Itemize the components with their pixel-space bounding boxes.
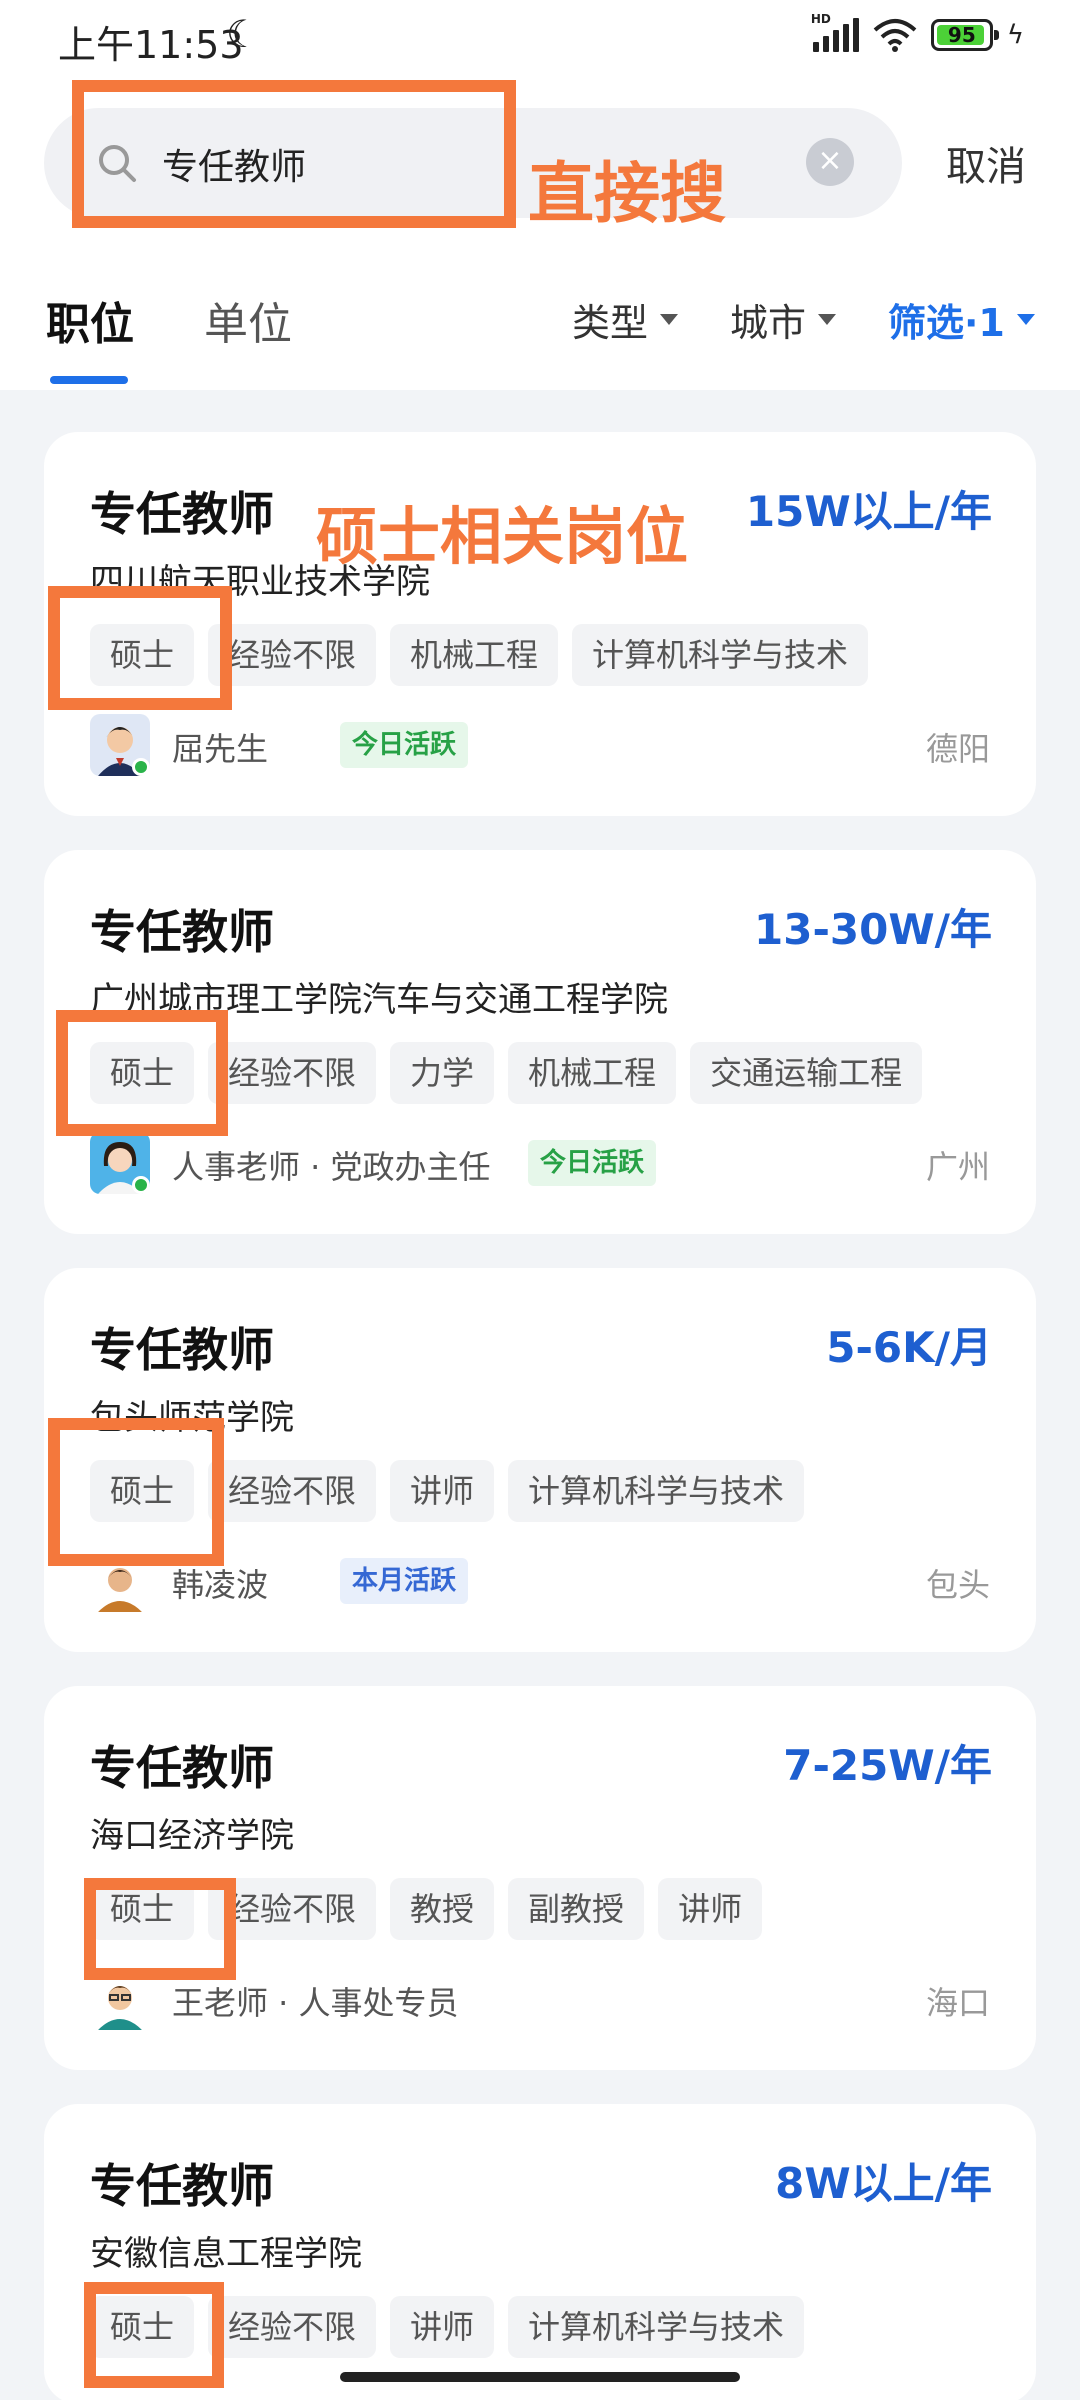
tag: 教授 (390, 1878, 495, 1940)
job-salary: 15W以上/年 (745, 487, 992, 536)
recruiter-name: 韩凌波 (172, 1566, 269, 1604)
job-company: 海口经济学院 (90, 1816, 294, 1856)
job-city: 广州 (925, 1148, 990, 1186)
job-salary: 5-6K/月 (826, 1323, 992, 1372)
tag: 讲师 (658, 1878, 763, 1940)
charging-icon: ϟ (1006, 20, 1024, 50)
job-company: 安徽信息工程学院 (90, 2234, 362, 2274)
annotation-degree-box (84, 1878, 236, 1980)
job-title: 专任教师 (90, 905, 274, 959)
job-salary: 13-30W/年 (754, 905, 992, 954)
recruiter-name: 屈先生 (172, 730, 269, 768)
tab-units[interactable]: 单位 (204, 288, 292, 352)
caret-down-icon (1016, 314, 1035, 325)
tag-experience: 经验不限 (208, 2296, 377, 2358)
status-time: 上午11:53 (58, 23, 244, 67)
tag: 副教授 (508, 1878, 645, 1940)
clear-icon[interactable]: × (806, 138, 854, 186)
filter-type[interactable]: 类型 (572, 292, 679, 347)
recruiter-name: 人事老师 · 党政办主任 (172, 1148, 491, 1186)
battery-level: 95 (947, 23, 976, 47)
wifi-icon (873, 19, 917, 52)
hd-label: HD (810, 12, 831, 26)
job-city: 德阳 (925, 730, 990, 768)
battery-icon: 95 (930, 19, 999, 51)
tag: 机械工程 (508, 1042, 677, 1104)
tag: 计算机科学与技术 (508, 2296, 805, 2358)
activity-badge: 今日活跃 (528, 1140, 657, 1186)
annotation-degree-box (48, 1418, 224, 1566)
tab-indicator (50, 376, 128, 384)
status-icons: HD 95 ϟ (811, 12, 1024, 52)
caret-down-icon (818, 314, 837, 325)
tag: 机械工程 (390, 624, 559, 686)
activity-badge: 今日活跃 (340, 722, 469, 768)
online-dot (132, 758, 150, 776)
cancel-button[interactable]: 取消 (946, 134, 1026, 192)
tag-experience: 经验不限 (208, 624, 377, 686)
filter-screen[interactable]: 筛选·1 (888, 292, 1035, 347)
annotation-degree-box (56, 1010, 228, 1136)
annotation-search-note: 直接搜 (528, 155, 726, 232)
signal-icon: HD (811, 12, 859, 52)
moon-icon: ☾ (226, 12, 261, 56)
job-title: 专任教师 (90, 1741, 274, 1795)
job-title: 专任教师 (90, 487, 274, 541)
tab-jobs[interactable]: 职位 (46, 288, 134, 352)
filter-type-label: 类型 (572, 301, 649, 345)
job-city: 海口 (925, 1984, 990, 2022)
job-city: 包头 (925, 1566, 990, 1604)
tag: 力学 (390, 1042, 495, 1104)
tag: 交通运输工程 (690, 1042, 923, 1104)
tag-experience: 经验不限 (208, 1042, 377, 1104)
job-footer: 屈先生 今日活跃 德阳 (90, 714, 990, 780)
job-footer: 韩凌波 本月活跃 包头 (90, 1550, 990, 1616)
caret-down-icon (660, 314, 679, 325)
tag: 计算机科学与技术 (508, 1460, 805, 1522)
job-title: 专任教师 (90, 2159, 274, 2213)
online-dot (132, 1176, 150, 1194)
job-salary: 7-25W/年 (783, 1741, 992, 1790)
filter-screen-label: 筛选·1 (888, 301, 1005, 345)
annotation-card-note: 硕士相关岗位 (316, 500, 689, 573)
annotation-degree-box (48, 586, 232, 710)
activity-badge: 本月活跃 (340, 1558, 469, 1604)
tag-experience: 经验不限 (208, 1460, 377, 1522)
tag: 讲师 (390, 2296, 495, 2358)
tag: 计算机科学与技术 (572, 624, 869, 686)
filter-city[interactable]: 城市 (730, 292, 837, 347)
job-salary: 8W以上/年 (775, 2159, 992, 2208)
recruiter-name: 王老师 · 人事处专员 (172, 1984, 459, 2022)
job-footer: 人事老师 · 党政办主任 今日活跃 广州 (90, 1132, 990, 1198)
status-bar: 上午11:53 ☾ HD 95 ϟ (0, 0, 1080, 78)
tag: 讲师 (390, 1460, 495, 1522)
home-indicator[interactable] (340, 2372, 740, 2382)
annotation-search-box (72, 80, 516, 228)
filter-city-label: 城市 (730, 301, 807, 345)
annotation-degree-box (84, 2282, 224, 2388)
job-title: 专任教师 (90, 1323, 274, 1377)
